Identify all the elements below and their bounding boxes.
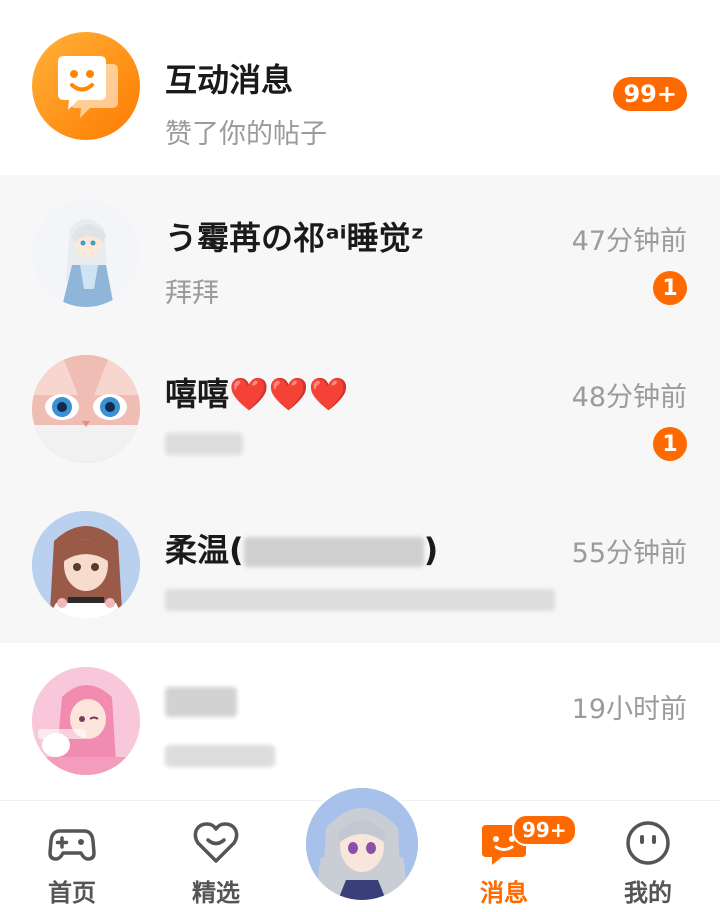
conversation-time: 55分钟前 <box>571 538 687 569</box>
avatar <box>32 511 140 619</box>
conversation-time: 19小时前 <box>571 694 687 725</box>
tab-home[interactable]: 首页 <box>22 819 122 909</box>
tab-messages-label: 消息 <box>480 879 528 907</box>
conversation-preview-blurred <box>165 739 275 770</box>
interaction-notifications-row[interactable]: 互动消息 赞了你的帖子 99+ <box>0 0 720 172</box>
notifications-unread-badge: 99+ <box>613 77 687 111</box>
center-avatar-button[interactable] <box>303 785 421 903</box>
conversation-row[interactable]: う霉苒の祁ᵃⁱ睡觉ᶻ 拜拜 47分钟前 1 <box>0 175 720 331</box>
conversation-preview-blurred <box>165 583 555 614</box>
unread-badge: 1 <box>653 427 687 461</box>
blurred-text <box>165 744 275 767</box>
tab-me[interactable]: 我的 <box>598 819 698 909</box>
conversation-time: 47分钟前 <box>571 226 687 257</box>
gamepad-icon <box>48 819 96 867</box>
blurred-text <box>165 588 555 611</box>
tab-featured-label: 精选 <box>192 879 240 907</box>
messages-unread-badge: 99+ <box>512 814 577 846</box>
heart-icon <box>192 819 240 867</box>
avatar <box>32 667 140 775</box>
tab-me-label: 我的 <box>624 879 672 907</box>
avatar <box>32 355 140 463</box>
conversation-name: う霉苒の祁ᵃⁱ睡觉ᶻ <box>165 219 425 257</box>
blurred-text <box>165 687 237 717</box>
conversation-time: 48分钟前 <box>571 382 687 413</box>
conversation-name-suffix: ) <box>423 531 439 569</box>
interaction-icon <box>32 32 140 140</box>
conversation-name-blurred <box>165 681 237 719</box>
conversation-name: 嘻嘻❤️❤️❤️ <box>165 375 349 413</box>
notifications-title: 互动消息 <box>165 61 294 99</box>
avatar <box>32 199 140 307</box>
blurred-text <box>165 432 243 455</box>
conversation-row[interactable]: 柔温() 55分钟前 <box>0 487 720 643</box>
tab-home-label: 首页 <box>48 879 96 907</box>
conversation-preview: 拜拜 <box>165 278 219 309</box>
face-icon <box>624 819 672 867</box>
conversation-row[interactable]: 嘻嘻❤️❤️❤️ 48分钟前 1 <box>0 331 720 487</box>
tab-featured[interactable]: 精选 <box>166 819 266 909</box>
conversation-name-text: 柔温( <box>165 531 244 569</box>
conversation-name: 柔温() <box>165 525 438 571</box>
blurred-text <box>243 537 424 567</box>
unread-badge: 1 <box>653 271 687 305</box>
conversation-preview-blurred <box>165 427 243 458</box>
notifications-subtitle: 赞了你的帖子 <box>165 119 327 150</box>
